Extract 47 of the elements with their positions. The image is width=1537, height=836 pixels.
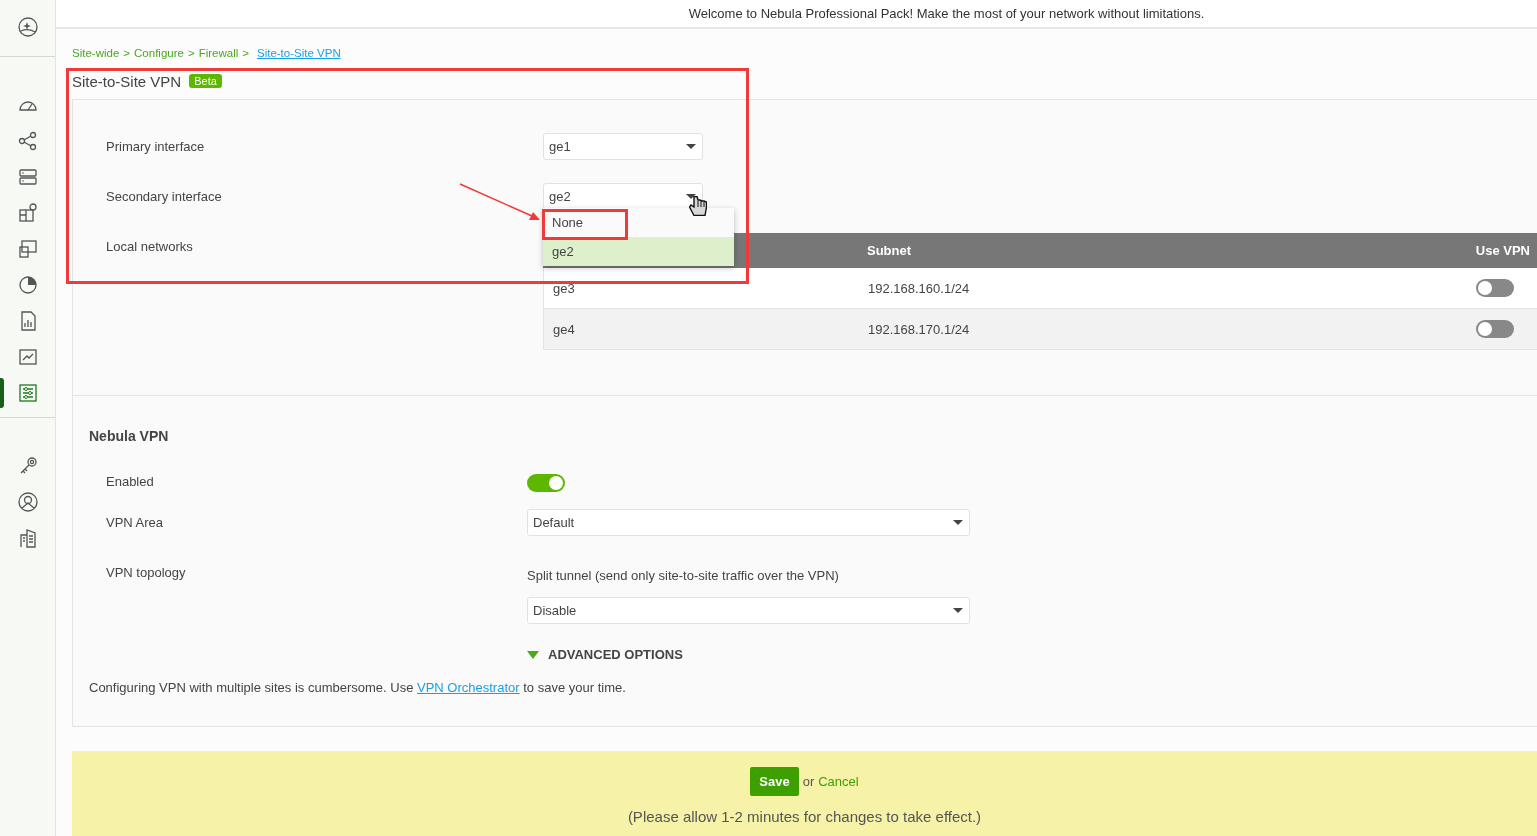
- table-cell-text: ge3: [552, 280, 576, 296]
- dropdown[interactable]: Disable: [527, 597, 970, 624]
- caret-icon: [953, 608, 963, 613]
- dropdown-option[interactable]: None: [543, 208, 734, 237]
- toggle-switch[interactable]: [1476, 279, 1514, 297]
- caret-icon: [953, 520, 963, 525]
- support-icon[interactable]: [16, 491, 39, 513]
- section-title: Nebula VPN: [89, 428, 170, 444]
- breadcrumb-separator: >: [187, 47, 195, 59]
- line-chart-icon[interactable]: [16, 346, 39, 368]
- sliders-icon[interactable]: [16, 382, 39, 404]
- welcome-banner: Welcome to Nebula Professional Pack! Make the most of your network without limitations.: [56, 0, 1537, 29]
- save-note: (Please allow 1-2 minutes for changes to take effect.): [627, 808, 982, 825]
- breadcrumb-separator: >: [123, 47, 131, 59]
- page-title: Site-to-Site VPN: [72, 72, 182, 90]
- info-text: Configuring VPN with multiple sites is cumbersome. Use VPN Orchestrator to save your time.: [89, 680, 627, 695]
- column-header: Use VPN: [1475, 243, 1531, 258]
- monitor-icon[interactable]: [16, 238, 39, 260]
- advanced-options-toggle[interactable]: ADVANCED OPTIONS: [527, 647, 683, 662]
- table-cell-text: 192.168.160.1/24: [867, 280, 971, 296]
- floor-plan-pin-icon[interactable]: [16, 202, 39, 224]
- sparkle-circle-icon[interactable]: [16, 16, 39, 38]
- column-header: Subnet: [866, 243, 913, 258]
- toggle-switch[interactable]: [1476, 320, 1514, 338]
- dropdown[interactable]: ge2: [543, 183, 703, 210]
- table-cell-text: ge4: [552, 321, 576, 337]
- share-nodes-icon[interactable]: [16, 130, 39, 152]
- breadcrumb-separator: >: [242, 47, 249, 59]
- field-label: Secondary interface: [106, 189, 222, 204]
- field-label: Primary interface: [106, 139, 205, 154]
- dropdown[interactable]: ge1: [543, 133, 703, 160]
- field-description: Split tunnel (send only site-to-site traffic over the VPN): [527, 568, 840, 583]
- hand-cursor-icon: [689, 196, 707, 216]
- dropdown-option[interactable]: ge2: [543, 237, 734, 266]
- or-text: or: [802, 774, 815, 789]
- triangle-icon: [527, 650, 539, 659]
- server-icon[interactable]: [16, 166, 39, 188]
- field-label: Enabled: [106, 474, 154, 489]
- dropdown[interactable]: Default: [527, 509, 970, 536]
- field-label: Local networks: [106, 239, 193, 254]
- table-cell-text: 192.168.170.1/24: [867, 321, 971, 337]
- pie-chart-icon[interactable]: [16, 274, 39, 296]
- toggle-switch[interactable]: [527, 474, 565, 492]
- beta-badge: Beta: [189, 74, 222, 88]
- caret-icon: [686, 144, 696, 149]
- field-label: VPN topology: [106, 565, 186, 580]
- field-label: VPN Area: [106, 515, 164, 530]
